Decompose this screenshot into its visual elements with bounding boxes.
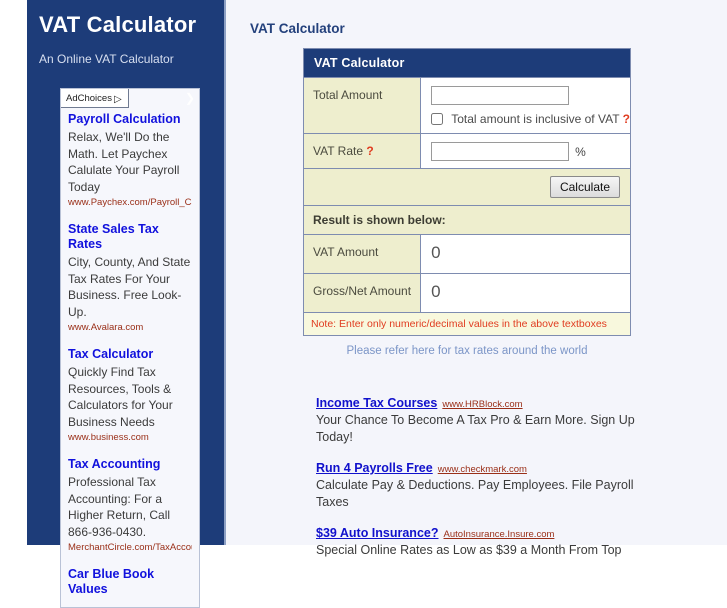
sidebar-ad-unit: AdChoices ▷ ❯ Payroll Calculation Relax, … [60,88,200,608]
ad-description: Relax, We'll Do the Math. Let Paychex Ca… [68,130,180,194]
site-tagline: An Online VAT Calculator [39,52,174,66]
result-section-header: Result is shown below: [303,205,631,235]
percent-symbol: % [575,144,586,159]
ad-description: Calculate Pay & Deductions. Pay Employee… [316,478,634,509]
tax-rates-reference-link[interactable]: Please refer here for tax rates around t… [303,336,631,357]
ad-title-link[interactable]: Run 4 Payrolls Free [316,461,433,475]
gross-net-amount-label: Gross/Net Amount [302,273,422,313]
chevron-right-icon[interactable]: ❯ [184,91,196,105]
ad-title-link[interactable]: Tax Calculator [68,347,192,362]
ad-url-link[interactable]: AutoInsurance.Insure.com [444,529,555,540]
list-item[interactable]: Run 4 Payrolls Free www.checkmark.com Cal… [316,460,636,511]
vat-amount-label: VAT Amount [302,234,422,274]
ad-title-link[interactable]: Tax Accounting [68,457,192,472]
table-row: VAT Rate ? % [302,133,631,169]
vat-amount-value: 0 [420,234,631,274]
panel-title: VAT Calculator [303,48,631,78]
gross-net-amount-value: 0 [420,273,631,313]
inclusive-row: Total amount is inclusive of VAT ? [431,112,630,126]
table-row: VAT Amount 0 [302,234,631,274]
table-row: Total Amount Total amount is inclusive o… [302,77,631,134]
help-icon[interactable]: ? [366,144,373,158]
bottom-ad-block: Income Tax Courses www.HRBlock.com Your C… [316,395,636,573]
total-amount-label: Total Amount [302,77,422,134]
help-icon[interactable]: ? [623,112,630,126]
ad-url-link[interactable]: MerchantCircle.com/TaxAccou… [68,541,192,555]
adchoices-bar[interactable]: AdChoices ▷ ❯ [61,89,199,108]
ad-url-link[interactable]: www.Avalara.com [68,321,192,335]
inclusive-of-vat-checkbox[interactable] [431,113,444,125]
list-item[interactable]: Tax Accounting Professional Tax Accounti… [68,457,192,555]
calculate-cell: Calculate [303,168,631,206]
list-item[interactable]: Payroll Calculation Relax, We'll Do the … [68,112,192,210]
left-gutter [0,0,27,545]
ad-title-link[interactable]: Payroll Calculation [68,112,192,127]
ad-title-link[interactable]: $39 Auto Insurance? [316,526,439,540]
adchoices-label-wrap[interactable]: AdChoices ▷ [61,89,129,108]
table-row: Gross/Net Amount 0 [302,273,631,313]
sidebar-ad-list: Payroll Calculation Relax, We'll Do the … [61,108,199,607]
ad-title-link[interactable]: Car Blue Book Values [68,567,192,597]
vat-rate-cell: % [420,133,631,169]
main-content: VAT Calculator VAT Calculator Total Amou… [228,0,727,557]
calculate-button[interactable]: Calculate [549,176,620,198]
ad-url-link[interactable]: www.Paychex.com/Payroll_Ca… [68,196,192,210]
page-title: VAT Calculator [250,21,345,36]
table-row: Result is shown below: [303,205,631,235]
total-amount-cell: Total amount is inclusive of VAT ? [420,77,631,134]
ad-description: City, County, And State Tax Rates For Yo… [68,255,191,319]
ad-title-link[interactable]: State Sales Tax Rates [68,222,192,252]
note-text: Note: Enter only numeric/decimal values … [303,312,631,336]
inclusive-of-vat-label: Total amount is inclusive of VAT [451,112,620,126]
vat-rate-label-cell: VAT Rate ? [302,133,422,169]
vat-rate-label: VAT Rate [313,144,364,158]
list-item[interactable]: Income Tax Courses www.HRBlock.com Your C… [316,395,636,446]
list-item[interactable]: $39 Auto Insurance? AutoInsurance.Insure.… [316,525,636,559]
calculator-wrapper: VAT Calculator Total Amount Total amount… [302,48,631,357]
ad-url-link[interactable]: www.checkmark.com [438,464,527,475]
vat-rate-input[interactable] [431,142,570,161]
ad-url-link[interactable]: www.HRBlock.com [442,399,522,410]
list-item[interactable]: Car Blue Book Values [68,567,192,597]
ad-description: Professional Tax Accounting: For a Highe… [68,475,171,539]
vat-calculator-panel: VAT Calculator Total Amount Total amount… [302,48,631,336]
total-amount-input[interactable] [431,86,570,105]
list-item[interactable]: Tax Calculator Quickly Find Tax Resource… [68,347,192,445]
table-row: Note: Enter only numeric/decimal values … [303,312,631,336]
ad-description: Quickly Find Tax Resources, Tools & Calc… [68,365,173,429]
sidebar: VAT Calculator An Online VAT Calculator … [27,0,226,608]
ad-description: Your Chance To Become A Tax Pro & Earn M… [316,413,635,444]
table-row: Calculate [303,168,631,206]
ad-title-link[interactable]: Income Tax Courses [316,396,437,410]
page-root: VAT Calculator An Online VAT Calculator … [0,0,727,608]
adchoices-label: AdChoices [66,93,112,104]
ad-url-link[interactable]: www.business.com [68,431,192,445]
list-item[interactable]: State Sales Tax Rates City, County, And … [68,222,192,335]
adchoices-triangle-icon: ▷ [113,94,122,105]
site-title: VAT Calculator [39,12,197,37]
